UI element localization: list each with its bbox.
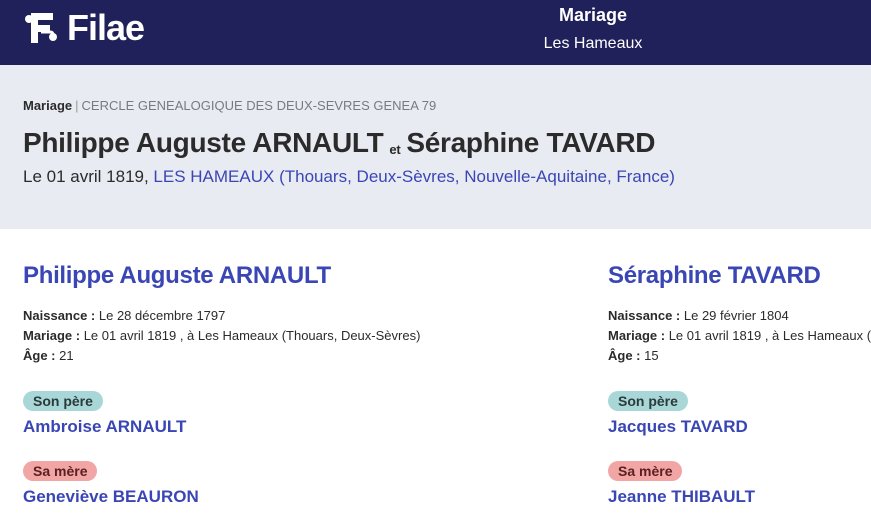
record-type: Mariage [23, 98, 73, 113]
spouse1-title: Philippe Auguste ARNAULT [23, 127, 384, 158]
connector: et [389, 142, 401, 157]
marriage-row: Mariage : Le 01 avril 1819 , à Les Hamea… [608, 326, 871, 346]
birth-label: Naissance : [23, 308, 96, 323]
breadcrumb-separator: | [75, 98, 79, 113]
header-event-place: Les Hameaux [543, 35, 643, 52]
birth-label: Naissance : [608, 308, 681, 323]
marriage-value: Le 01 avril 1819 , à Les Hameaux (Thouar… [668, 328, 871, 343]
mother-name-link[interactable]: Geneviève BEAURON [23, 487, 443, 507]
mother-badge: Sa mère [608, 461, 683, 481]
marriage-label: Mariage : [23, 328, 81, 343]
age-value: 15 [640, 348, 659, 363]
logo-text: Filae [67, 7, 145, 48]
page-title: Philippe Auguste ARNAULT et Séraphine TAVA… [23, 127, 655, 159]
person-name-link[interactable]: Séraphine TAVARD [608, 262, 871, 290]
age-value: 21 [55, 348, 74, 363]
place-link[interactable]: LES HAMEAUX (Thouars, Deux-Sèvres, Nouve… [153, 167, 675, 186]
person-facts: Naissance : Le 29 février 1804 Mariage :… [608, 306, 871, 366]
age-row: Âge : 15 [608, 346, 871, 366]
birth-value: Le 29 février 1804 [680, 308, 789, 323]
birth-row: Naissance : Le 28 décembre 1797 [23, 306, 443, 326]
breadcrumb: Mariage | CERCLE GENEALOGIQUE DES DEUX-SEV… [23, 98, 436, 113]
record-summary: Mariage | CERCLE GENEALOGIQUE DES DEUX-SEV… [0, 65, 871, 229]
filae-logo-icon [25, 13, 57, 43]
father-name-link[interactable]: Jacques TAVARD [608, 417, 871, 437]
person-facts: Naissance : Le 28 décembre 1797 Mariage … [23, 306, 443, 366]
header-event-type: Mariage [558, 5, 628, 25]
age-row: Âge : 21 [23, 346, 443, 366]
birth-value: Le 28 décembre 1797 [95, 308, 226, 323]
person-name-link[interactable]: Philippe Auguste ARNAULT [23, 262, 443, 290]
marriage-row: Mariage : Le 01 avril 1819 , à Les Hamea… [23, 326, 443, 346]
mother-badge: Sa mère [23, 461, 98, 481]
marriage-label: Mariage : [608, 328, 666, 343]
age-label: Âge : [608, 348, 641, 363]
father-name-link[interactable]: Ambroise ARNAULT [23, 417, 443, 437]
birth-row: Naissance : Le 29 février 1804 [608, 306, 871, 326]
event-date: Le 01 avril 1819, [23, 167, 154, 186]
person-card-spouse1: Philippe Auguste ARNAULT Naissance : Le … [23, 262, 443, 507]
filae-logo[interactable]: Filae [23, 7, 145, 48]
spouse2-title: Séraphine TAVARD [406, 127, 656, 158]
mother-name-link[interactable]: Jeanne THIBAULT [608, 487, 871, 507]
father-badge: Son père [608, 391, 688, 411]
person-card-spouse2: Séraphine TAVARD Naissance : Le 29 févri… [608, 262, 871, 507]
father-badge: Son père [23, 391, 103, 411]
marriage-value: Le 01 avril 1819 , à Les Hameaux (Thouar… [80, 328, 421, 343]
top-bar: Filae Mariage Les Hameaux [0, 0, 871, 65]
event-date-place: Le 01 avril 1819, LES HAMEAUX (Thouars, … [23, 167, 675, 187]
record-source[interactable]: CERCLE GENEALOGIQUE DES DEUX-SEVRES GENE… [82, 98, 437, 113]
age-label: Âge : [23, 348, 56, 363]
